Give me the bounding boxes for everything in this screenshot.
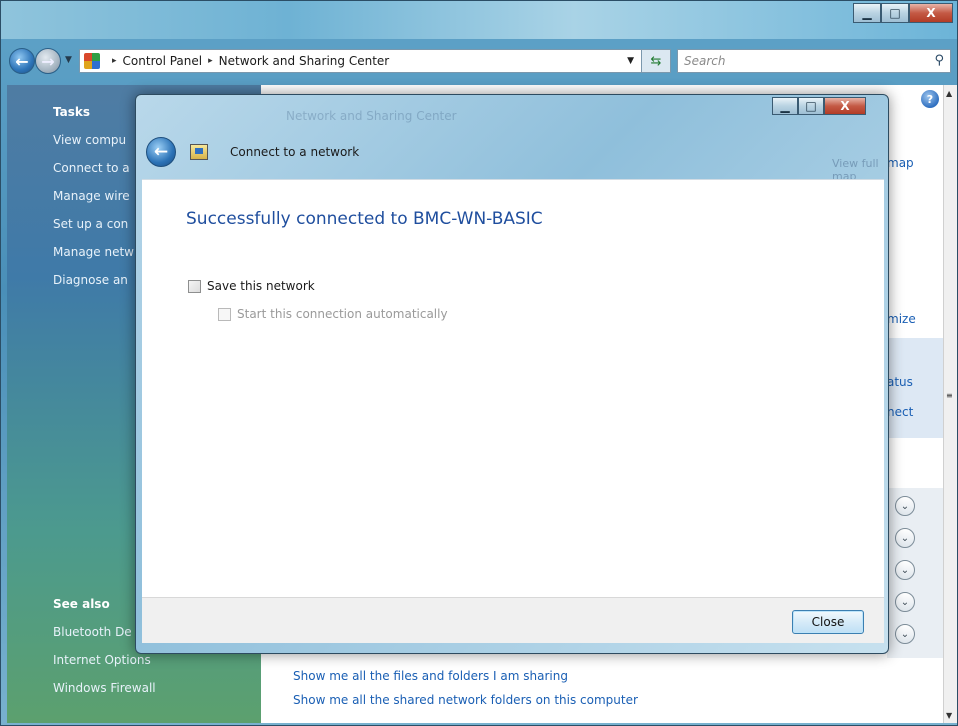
breadcrumb-separator-icon[interactable]: ▸ bbox=[208, 56, 213, 66]
dialog-footer: Close bbox=[142, 597, 884, 643]
chevron-down-icon[interactable]: ⌄ bbox=[895, 496, 915, 516]
checkbox-icon[interactable] bbox=[188, 279, 201, 293]
see-also-title: See also bbox=[53, 597, 110, 611]
see-also-bluetooth[interactable]: Bluetooth De bbox=[53, 625, 132, 639]
search-placeholder: Search bbox=[684, 54, 726, 68]
view-status-link[interactable]: atus bbox=[887, 375, 913, 389]
control-panel-icon bbox=[84, 53, 100, 69]
arrow-left-icon: ← bbox=[153, 142, 169, 162]
network-icon bbox=[190, 144, 208, 160]
background-window-title: Network and Sharing Center bbox=[286, 109, 457, 123]
vertical-scrollbar[interactable]: ▲ ≡ ▼ bbox=[943, 85, 957, 723]
task-link-manage-wireless[interactable]: Manage wire bbox=[53, 189, 130, 203]
checkbox-icon bbox=[218, 307, 231, 321]
view-full-map-link[interactable]: map bbox=[887, 156, 914, 170]
chevron-down-icon[interactable]: ⌄ bbox=[895, 560, 915, 580]
dialog-header: ← Connect to a network bbox=[144, 133, 884, 173]
task-link-setup-connection[interactable]: Set up a con bbox=[53, 217, 128, 231]
dialog-minimize-button[interactable]: ▁ bbox=[772, 97, 798, 115]
task-link-diagnose[interactable]: Diagnose an bbox=[53, 273, 128, 287]
address-bar[interactable]: ▸ Control Panel ▸ Network and Sharing Ce… bbox=[79, 49, 671, 73]
connect-dialog: Network and Sharing Center View full map… bbox=[135, 94, 889, 654]
customize-link[interactable]: mize bbox=[887, 312, 916, 326]
back-button[interactable]: ← bbox=[9, 48, 35, 74]
search-input[interactable]: Search ⚲ bbox=[677, 49, 951, 73]
dialog-maximize-button[interactable]: □ bbox=[798, 97, 824, 115]
chevron-down-icon[interactable]: ⌄ bbox=[895, 592, 915, 612]
chevron-down-icon[interactable]: ⌄ bbox=[895, 528, 915, 548]
forward-button[interactable]: → bbox=[35, 48, 61, 74]
window-controls: ▁ □ X bbox=[853, 3, 953, 23]
arrow-right-icon: → bbox=[41, 51, 55, 71]
explorer-window: ▁ □ X ← → ▼ ▸ Control Panel ▸ Network an… bbox=[0, 0, 958, 726]
minimize-button[interactable]: ▁ bbox=[853, 3, 881, 23]
tasks-title: Tasks bbox=[53, 105, 91, 119]
maximize-button[interactable]: □ bbox=[881, 3, 909, 23]
scroll-down-icon[interactable]: ▼ bbox=[946, 711, 952, 720]
arrow-left-icon: ← bbox=[15, 51, 29, 71]
see-also-internet-options[interactable]: Internet Options bbox=[53, 653, 151, 667]
scroll-up-icon[interactable]: ▲ bbox=[946, 89, 952, 98]
start-automatically-label: Start this connection automatically bbox=[237, 307, 448, 321]
show-shared-files-link[interactable]: Show me all the files and folders I am s… bbox=[293, 669, 568, 683]
show-shared-folders-link[interactable]: Show me all the shared network folders o… bbox=[293, 693, 638, 707]
refresh-button[interactable]: ⇆ bbox=[641, 49, 671, 73]
task-link-view-computers[interactable]: View compu bbox=[53, 133, 126, 147]
start-automatically-checkbox: Start this connection automatically bbox=[218, 307, 448, 321]
close-window-button[interactable]: X bbox=[909, 3, 953, 23]
help-icon[interactable]: ? bbox=[921, 90, 939, 108]
success-heading: Successfully connected to BMC-WN-BASIC bbox=[186, 209, 543, 229]
dialog-title: Connect to a network bbox=[230, 145, 360, 159]
address-dropdown-icon[interactable]: ▼ bbox=[627, 56, 634, 66]
task-link-manage-network[interactable]: Manage netw bbox=[53, 245, 134, 259]
close-button[interactable]: Close bbox=[792, 610, 864, 634]
dialog-close-window-button[interactable]: X bbox=[824, 97, 866, 115]
scroll-grip-icon[interactable]: ≡ bbox=[946, 391, 953, 400]
dialog-window-controls: ▁ □ X bbox=[772, 97, 866, 115]
see-also-windows-firewall[interactable]: Windows Firewall bbox=[53, 681, 156, 695]
disconnect-link[interactable]: nect bbox=[887, 405, 913, 419]
chevron-down-icon[interactable]: ⌄ bbox=[895, 624, 915, 644]
refresh-icon: ⇆ bbox=[650, 53, 662, 69]
task-link-connect[interactable]: Connect to a bbox=[53, 161, 130, 175]
navigation-bar: ← → ▼ ▸ Control Panel ▸ Network and Shar… bbox=[9, 47, 951, 75]
breadcrumb-separator-icon[interactable]: ▸ bbox=[112, 56, 117, 66]
save-network-label: Save this network bbox=[207, 279, 315, 293]
search-icon[interactable]: ⚲ bbox=[934, 53, 944, 68]
recent-pages-dropdown-icon[interactable]: ▼ bbox=[65, 55, 72, 65]
title-bar[interactable]: ▁ □ X bbox=[1, 1, 957, 39]
breadcrumb-control-panel[interactable]: Control Panel bbox=[123, 54, 203, 68]
dialog-back-button[interactable]: ← bbox=[146, 137, 176, 167]
breadcrumb-network-sharing-center[interactable]: Network and Sharing Center bbox=[219, 54, 390, 68]
save-network-checkbox[interactable]: Save this network bbox=[188, 279, 315, 293]
dialog-body: Successfully connected to BMC-WN-BASIC S… bbox=[142, 179, 884, 597]
